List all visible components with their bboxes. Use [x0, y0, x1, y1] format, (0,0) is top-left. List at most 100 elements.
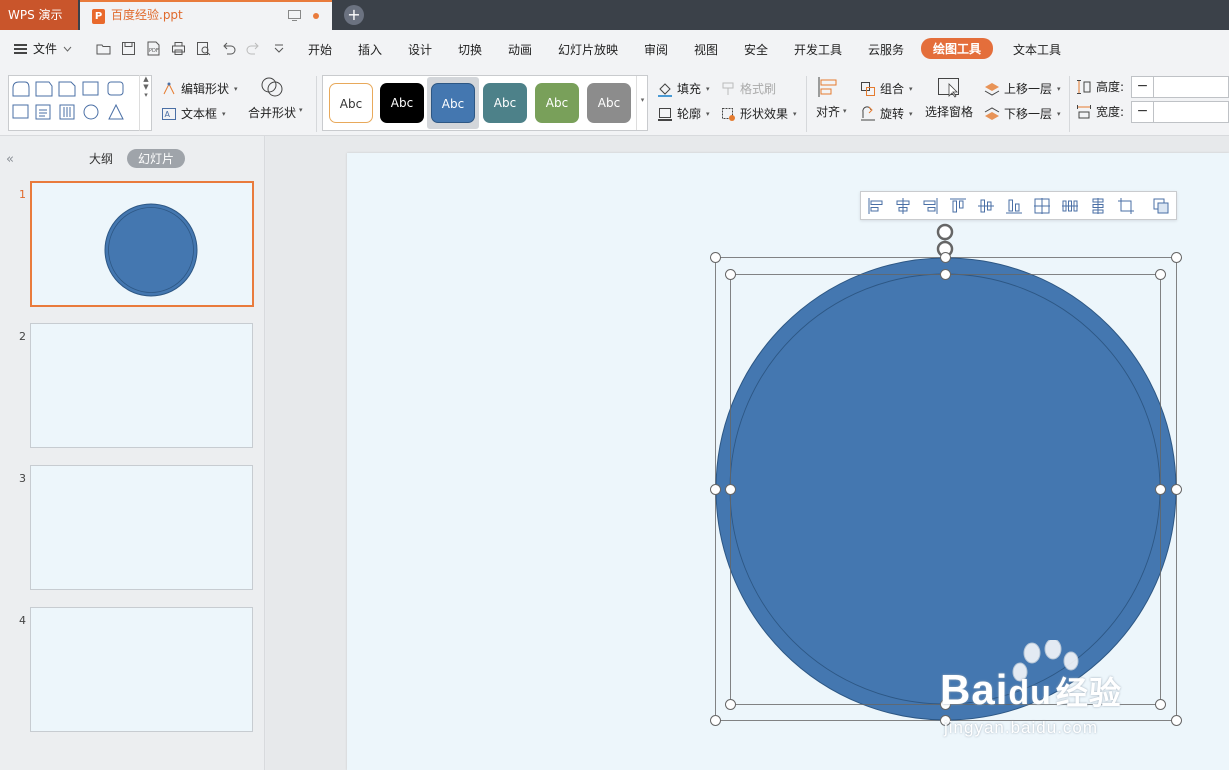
outline-button[interactable]: 轮廓 ▾: [657, 105, 710, 122]
slide-thumbnail-3[interactable]: [30, 465, 253, 590]
align-label: 对齐: [816, 105, 841, 119]
file-menu-button[interactable]: 文件: [14, 40, 72, 57]
rotate-label: 旋转: [880, 107, 905, 121]
width-label: 宽度:: [1096, 105, 1125, 119]
align-center-icon[interactable]: [894, 197, 912, 215]
print-icon[interactable]: [171, 41, 186, 56]
align-top-icon[interactable]: [949, 197, 967, 215]
undo-icon[interactable]: [221, 41, 236, 56]
fill-label: 填充: [677, 82, 702, 96]
document-name: 百度经验.ppt: [111, 8, 183, 22]
bring-forward-icon: [984, 82, 1000, 96]
style-swatch-teal[interactable]: Abc: [483, 83, 527, 123]
shapes-grid-icon[interactable]: [9, 76, 139, 130]
shape-style-gallery[interactable]: Abc Abc Abc Abc Abc Abc ▾: [322, 75, 648, 131]
merge-shape-label: 合并形状: [248, 106, 297, 120]
width-decrement-button[interactable]: −: [1132, 102, 1154, 122]
collapse-panel-icon[interactable]: «: [6, 152, 14, 167]
tab-outline[interactable]: 大纲: [89, 150, 113, 167]
redo-icon[interactable]: [246, 41, 261, 56]
format-painter-button[interactable]: 格式刷: [720, 80, 776, 97]
align-bottom-icon[interactable]: [1005, 197, 1023, 215]
style-swatch-gray[interactable]: Abc: [587, 83, 631, 123]
merge-shape-button[interactable]: 合并形状: [248, 76, 296, 121]
align-right-icon[interactable]: [921, 197, 939, 215]
width-input[interactable]: −: [1131, 101, 1229, 123]
align-left-icon[interactable]: [867, 197, 885, 215]
shape-gallery-scroll[interactable]: ▲ ▼ ▾: [139, 75, 152, 131]
fill-bucket-icon: [658, 82, 672, 97]
tab-cloud-services[interactable]: 云服务: [868, 41, 904, 58]
export-pdf-icon[interactable]: PDF: [146, 41, 161, 56]
tab-developer[interactable]: 开发工具: [794, 41, 842, 58]
text-box-button[interactable]: A 文本框 ▾: [161, 105, 226, 122]
distribute-vertical-icon[interactable]: [1089, 197, 1107, 215]
tab-view[interactable]: 视图: [694, 41, 718, 58]
tab-transitions[interactable]: 切换: [458, 41, 482, 58]
shape-effects-label: 形状效果: [740, 107, 789, 121]
tab-slideshow[interactable]: 幻灯片放映: [558, 41, 618, 58]
monitor-icon[interactable]: [288, 10, 301, 21]
floating-align-toolbar: [860, 191, 1177, 220]
style-swatch-outline[interactable]: Abc: [329, 83, 373, 123]
open-folder-icon[interactable]: [96, 41, 111, 56]
selection-pane-button[interactable]: 选择窗格: [925, 76, 973, 120]
shape-effects-button[interactable]: 形状效果 ▾: [720, 105, 797, 122]
merge-shape-icon: [261, 77, 283, 97]
ribbon-separator: [806, 76, 807, 132]
height-label-group: 高度:: [1076, 78, 1124, 95]
distribute-horizontal-icon[interactable]: [1061, 197, 1079, 215]
svg-text:A: A: [165, 110, 171, 119]
rotate-icon: [861, 105, 875, 120]
align-button[interactable]: 对齐: [816, 76, 840, 120]
new-tab-button[interactable]: +: [344, 5, 364, 25]
print-preview-icon[interactable]: [196, 41, 211, 56]
tab-slides[interactable]: 幻灯片: [127, 149, 186, 168]
edit-shape-button[interactable]: 编辑形状 ▾: [161, 80, 238, 97]
tab-text-tools[interactable]: 文本工具: [1013, 41, 1061, 58]
tab-home[interactable]: 开始: [308, 41, 332, 58]
style-swatch-black[interactable]: Abc: [380, 83, 424, 123]
rotate-handle-icon: [936, 223, 954, 241]
arrange-layers-icon[interactable]: [1152, 197, 1170, 215]
save-icon[interactable]: [121, 41, 136, 56]
document-tab[interactable]: P 百度经验.ppt: [80, 0, 332, 30]
slide-thumbnail-2[interactable]: [30, 323, 253, 448]
slide-thumbnail-4[interactable]: [30, 607, 253, 732]
fill-button[interactable]: 填充 ▾: [657, 80, 710, 97]
tab-design[interactable]: 设计: [408, 41, 432, 58]
tab-security[interactable]: 安全: [744, 41, 768, 58]
crop-icon[interactable]: [1117, 197, 1135, 215]
align-middle-icon[interactable]: [977, 197, 995, 215]
selection-pane-label: 选择窗格: [925, 105, 974, 119]
slide-number: 3: [19, 472, 26, 485]
file-menu-label: 文件: [33, 42, 58, 56]
ribbon-separator: [316, 76, 317, 132]
customize-toolbar-icon[interactable]: [272, 41, 287, 56]
style-gallery-scroll[interactable]: ▾: [636, 76, 648, 130]
slide-number: 1: [19, 188, 26, 201]
slide-thumbnail-1[interactable]: [30, 181, 254, 307]
chevron-down-icon: [63, 46, 72, 52]
height-decrement-button[interactable]: −: [1132, 77, 1154, 97]
style-swatch-blue[interactable]: Abc: [431, 83, 475, 123]
align-center-page-icon[interactable]: [1033, 197, 1051, 215]
outline-label: 轮廓: [677, 107, 702, 121]
rotate-button[interactable]: 旋转 ▾: [860, 105, 913, 122]
watermark-brand2: du: [1008, 674, 1052, 712]
width-icon: [1077, 104, 1091, 118]
bring-forward-button[interactable]: 上移一层 ▾: [984, 80, 1061, 97]
group-button[interactable]: 组合 ▾: [860, 80, 913, 97]
shape-gallery[interactable]: [8, 75, 152, 131]
send-backward-button[interactable]: 下移一层 ▾: [984, 105, 1061, 122]
tab-insert[interactable]: 插入: [358, 41, 382, 58]
merge-shape-caret: ▾: [299, 106, 303, 114]
tab-animations[interactable]: 动画: [508, 41, 532, 58]
tab-drawing-tools[interactable]: 绘图工具: [921, 38, 994, 59]
height-input[interactable]: −: [1131, 76, 1229, 98]
tab-review[interactable]: 审阅: [644, 41, 668, 58]
style-swatch-green[interactable]: Abc: [535, 83, 579, 123]
send-backward-icon: [984, 106, 1000, 120]
edit-shape-label: 编辑形状: [181, 82, 230, 96]
app-tab[interactable]: WPS 演示: [0, 0, 78, 30]
